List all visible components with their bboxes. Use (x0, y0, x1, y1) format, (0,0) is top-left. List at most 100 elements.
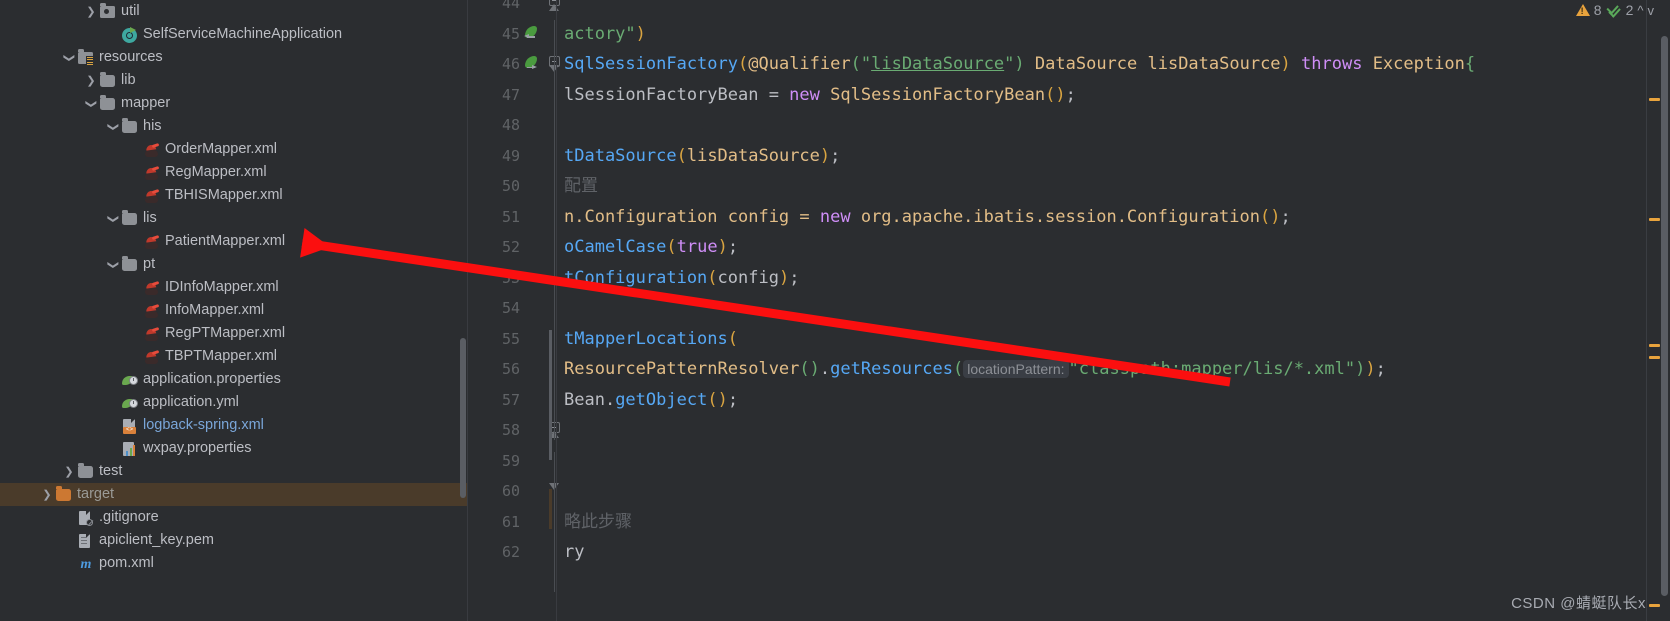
code-line[interactable]: 配置 (556, 171, 1670, 202)
code-line[interactable]: ResourcePatternResolver().getResources(l… (556, 354, 1670, 385)
code-token: getObject (615, 389, 708, 410)
code-line-text: Bean.getObject(); (564, 385, 738, 416)
editor-vertical-scrollbar[interactable] (1661, 36, 1668, 596)
code-token: "classpath:mapper/lis/*.xml" (1068, 359, 1356, 379)
project-tree-scrollbar[interactable] (460, 338, 466, 498)
warning-marker-tick[interactable] (1649, 98, 1660, 101)
code-line[interactable]: tMapperLocations( (556, 324, 1670, 355)
code-line[interactable]: 略此步骤 (556, 507, 1670, 538)
code-line[interactable] (556, 110, 1670, 141)
tree-file-wxpay-properties[interactable]: wxpay.properties (0, 437, 468, 460)
warning-marker-tick[interactable] (1649, 604, 1660, 607)
tree-folder-mapper[interactable]: ❯ mapper (0, 92, 468, 115)
tree-folder-test[interactable]: ❯ test (0, 460, 468, 483)
gutter-line: 49 (468, 141, 556, 172)
folder-icon (98, 72, 117, 89)
code-token: ; (789, 267, 800, 288)
code-line[interactable] (556, 293, 1670, 324)
warning-marker-tick[interactable] (1649, 356, 1660, 359)
tree-file-idinfomapper-xml[interactable]: IDInfoMapper.xml (0, 276, 468, 299)
tree-item-label: his (143, 118, 162, 134)
tree-folder-resources[interactable]: ❯ resources (0, 46, 468, 69)
warning-marker-tick[interactable] (1649, 218, 1660, 221)
code-token: ; (1280, 206, 1291, 227)
chevron-right-icon[interactable]: ❯ (84, 74, 98, 88)
gutter-line: 44 (468, 0, 560, 19)
chevron-down-icon[interactable]: ❯ (84, 97, 98, 111)
code-line[interactable]: n.Configuration config = new org.apache.… (556, 202, 1670, 233)
tree-file-tbhismapper-xml[interactable]: TBHISMapper.xml (0, 184, 468, 207)
code-token: new (819, 206, 861, 227)
warning-marker-tick[interactable] (1649, 344, 1660, 347)
tree-file--gitignore[interactable]: .gitignore (0, 506, 468, 529)
chevron-right-icon[interactable]: ❯ (40, 488, 54, 502)
code-token: ( (727, 328, 739, 349)
vcs-change-stripe[interactable] (549, 489, 552, 529)
tree-folder-lis[interactable]: ❯ lis (0, 207, 468, 230)
code-line[interactable] (556, 446, 1670, 477)
code-editor[interactable]: 44 45 46 47 48 49 50 51 52 53 54 55 56 57 58 59 60 61 62 a… (468, 0, 1670, 621)
code-line[interactable]: tConfiguration(config); (556, 263, 1670, 294)
code-token: org.apache.ibatis.session.Configuration (860, 206, 1260, 227)
tree-folder-pt[interactable]: ❯ pt (0, 253, 468, 276)
tree-folder-target[interactable]: ❯ target (0, 483, 468, 506)
tree-file-ordermapper-xml[interactable]: OrderMapper.xml (0, 138, 468, 161)
code-line[interactable]: Bean.getObject(); (556, 385, 1670, 416)
project-tree-panel[interactable]: ❯ util SelfServiceMachineApplication ❯ resou… (0, 0, 468, 621)
code-line[interactable] (556, 415, 1670, 446)
tree-folder-his[interactable]: ❯ his (0, 115, 468, 138)
tree-file-logback-spring-xml[interactable]: <> logback-spring.xml (0, 414, 468, 437)
tree-folder-lib[interactable]: ❯ lib (0, 69, 468, 92)
code-line[interactable]: actory") (556, 19, 1670, 50)
gutter-line: 48 (468, 110, 556, 141)
tree-file-regmapper-xml[interactable]: RegMapper.xml (0, 161, 468, 184)
tree-folder-util[interactable]: ❯ util (0, 0, 468, 23)
mybatis-mapper-icon (142, 280, 161, 296)
tree-file-patientmapper-xml[interactable]: PatientMapper.xml (0, 230, 468, 253)
chevron-down-icon[interactable]: ❯ (106, 212, 120, 226)
spring-bean-back-icon[interactable] (524, 25, 542, 43)
chevron-right-icon[interactable]: ❯ (62, 465, 76, 479)
folder-icon (98, 95, 117, 112)
mybatis-mapper-icon (142, 303, 161, 319)
tree-file-tbptmapper-xml[interactable]: TBPTMapper.xml (0, 345, 468, 368)
marker-track-divider (1646, 0, 1647, 621)
tree-file-application-properties[interactable]: application.properties (0, 368, 468, 391)
folder-orange-icon (54, 486, 73, 503)
code-line[interactable]: ry (556, 537, 1670, 568)
xml-file-icon: <> (120, 418, 139, 434)
code-line[interactable]: oCamelCase(true); (556, 232, 1670, 263)
editor-gutter[interactable]: 44 45 46 47 48 49 50 51 52 53 54 55 56 57 58 59 60 61 62 (468, 0, 560, 621)
code-area[interactable]: actory") SqlSessionFactory(@Qualifier("li… (556, 0, 1670, 621)
fold-connector-line (554, 452, 555, 592)
tree-file-application-yml[interactable]: application.yml (0, 391, 468, 414)
code-line[interactable]: tDataSource(lisDataSource); (556, 141, 1670, 172)
code-token: { (1464, 54, 1476, 74)
code-token: Exception (1372, 54, 1465, 74)
tree-item-label: SelfServiceMachineApplication (143, 26, 343, 42)
chevron-down-icon[interactable]: ❯ (106, 258, 120, 272)
folder-icon (76, 463, 95, 480)
code-line[interactable]: SqlSessionFactory(@Qualifier("lisDataSou… (556, 49, 1670, 80)
spring-bean-navigate-icon[interactable] (524, 55, 542, 73)
tree-file-infomapper-xml[interactable]: InfoMapper.xml (0, 299, 468, 322)
tree-file-regptmapper-xml[interactable]: RegPTMapper.xml (0, 322, 468, 345)
chevron-down-icon[interactable]: ❯ (106, 120, 120, 134)
resources-folder-icon (76, 49, 95, 66)
code-line[interactable] (556, 476, 1670, 507)
spring-config-icon (120, 395, 139, 411)
tree-item-label: wxpay.properties (143, 440, 252, 456)
tree-file-apiclient-key-pem[interactable]: apiclient_key.pem (0, 529, 468, 552)
code-token: tConfiguration (564, 267, 708, 288)
code-token: ) (1270, 206, 1281, 227)
tree-file-pom-xml[interactable]: m pom.xml (0, 552, 468, 575)
code-line[interactable]: lSessionFactoryBean = new SqlSessionFact… (556, 80, 1670, 111)
code-token: ) (809, 359, 820, 379)
code-token: actory (564, 23, 626, 44)
code-line[interactable] (556, 0, 1670, 19)
mybatis-mapper-icon (142, 234, 161, 250)
vcs-change-stripe[interactable] (549, 330, 552, 460)
chevron-down-icon[interactable]: ❯ (62, 51, 76, 65)
tree-file-selfservicemachineapplication[interactable]: SelfServiceMachineApplication (0, 23, 468, 46)
chevron-right-icon[interactable]: ❯ (84, 5, 98, 19)
